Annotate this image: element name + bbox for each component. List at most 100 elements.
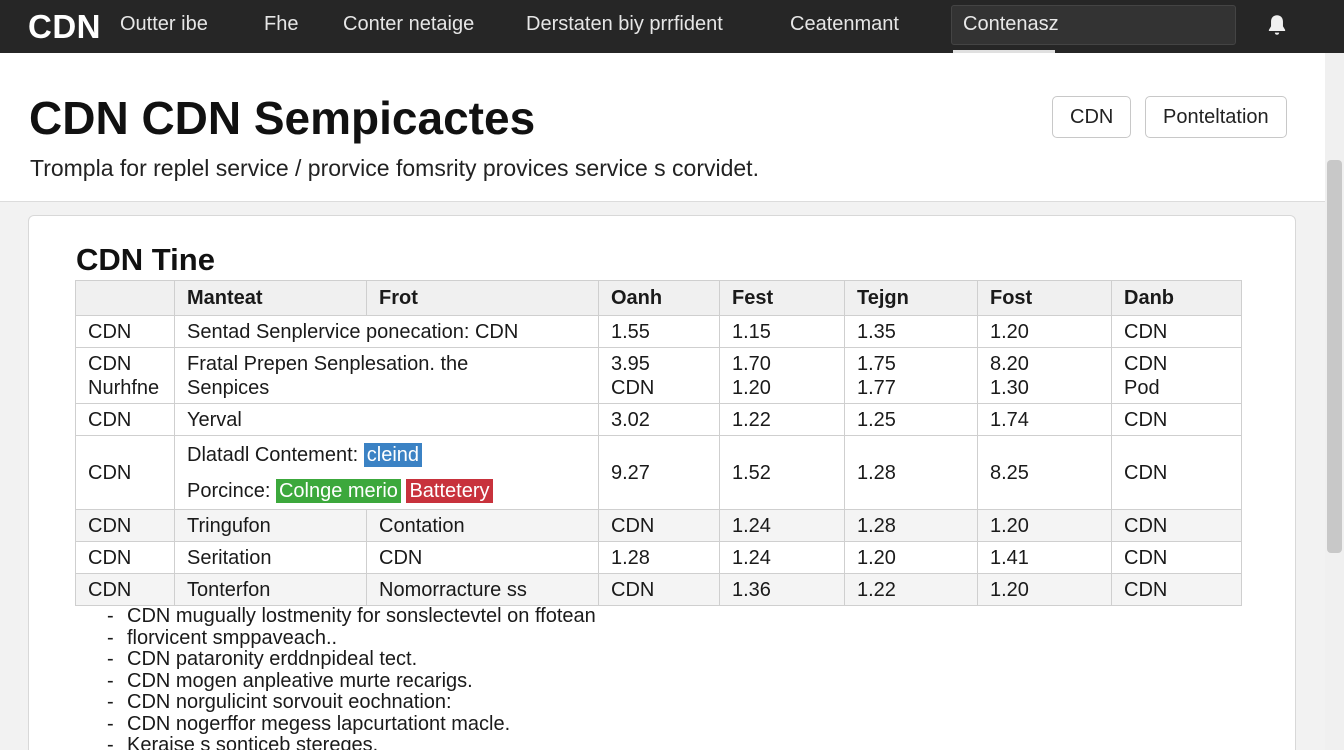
cell-line: Senpices [187, 376, 270, 399]
table-cell: CDN [1111, 509, 1242, 542]
table-cell: 1.15 [719, 315, 845, 348]
table-cell: 1.25 [844, 403, 978, 436]
table-cell: CDN Nurhfne [75, 347, 175, 404]
table-cell: Yerval [174, 403, 599, 436]
table-row[interactable]: CDN Tonterfon Nomorracture ss CDN 1.36 1… [75, 573, 1242, 606]
column-header[interactable]: Frot [366, 280, 599, 316]
table-cell: 9.27 [598, 435, 720, 510]
cell-line: Porcince: Colnge merio Battetery [187, 478, 586, 503]
table-header-row: Manteat Frot Oanh Fest Tejgn Fost Danb [75, 280, 1242, 316]
cell-line: Fratal Prepen Senplesation. the [187, 352, 469, 375]
page-subtitle: Trompla for replel service / prorvice fo… [30, 155, 759, 181]
cell-line: 1.75 [857, 352, 896, 375]
table-cell: CDN [598, 509, 720, 542]
table-cell: Seritation [174, 541, 367, 574]
table-row[interactable]: CDN Tringufon Contation CDN 1.24 1.28 1.… [75, 509, 1242, 542]
table-cell: CDN [75, 541, 175, 574]
nav-link-3[interactable]: Conter netaige [343, 13, 474, 36]
table-cell: 1.22 [719, 403, 845, 436]
status-badge-blue[interactable]: cleind [363, 442, 423, 467]
table-cell: Fratal Prepen Senplesation. the Senpices [174, 347, 599, 404]
table-cell: CDN Pod [1111, 347, 1242, 404]
bell-icon[interactable] [1264, 12, 1290, 38]
cell-line: CDN [611, 376, 655, 399]
top-navigation-bar: CDN Outter ibe Fhe Conter netaige Dersta… [0, 0, 1344, 53]
nav-link-4[interactable]: Derstaten biy prrfident [526, 13, 723, 36]
list-item: CDN mugually lostmenity for sonslectevte… [107, 605, 596, 628]
table-cell: 1.28 [844, 509, 978, 542]
presentation-button[interactable]: Ponteltation [1145, 96, 1287, 138]
brand-logo[interactable]: CDN [28, 8, 101, 46]
table-cell: CDN [1111, 435, 1242, 510]
table-cell: CDN [75, 435, 175, 510]
column-header[interactable]: Manteat [174, 280, 367, 316]
column-header[interactable]: Danb [1111, 280, 1242, 316]
status-badge-green[interactable]: Colnge merio [275, 478, 401, 503]
table-cell: Tonterfon [174, 573, 367, 606]
table-cell: CDN [1111, 573, 1242, 606]
list-item: Keraise s sonticeb stereges. [107, 734, 596, 750]
status-badge-red[interactable]: Battetery [406, 478, 493, 503]
cell-line: 3.95 [611, 352, 650, 375]
list-item: CDN mogen anpleative murte recarigs. [107, 670, 596, 693]
table-cell: CDN [75, 315, 175, 348]
table-cell: 1.24 [719, 541, 845, 574]
province-label: Porcince: [187, 479, 271, 502]
vertical-scrollbar[interactable] [1325, 53, 1344, 750]
column-header[interactable]: Oanh [598, 280, 720, 316]
column-header[interactable]: Fest [719, 280, 845, 316]
table-cell: 1.55 [598, 315, 720, 348]
list-item: florvicent smppaveach.. [107, 627, 596, 650]
table-cell: 1.20 [844, 541, 978, 574]
table-cell: 1.74 [977, 403, 1112, 436]
cell-line: CDN [1124, 352, 1168, 375]
list-item: CDN nogerffor megess lapcurtationt macle… [107, 713, 596, 736]
table-cell: 1.28 [598, 541, 720, 574]
table-cell: 1.70 1.20 [719, 347, 845, 404]
nav-link-2[interactable]: Fhe [264, 13, 298, 36]
page-header: CDN CDN Sempicactes Trompla for replel s… [0, 53, 1325, 202]
cell-line: CDN [88, 352, 132, 375]
column-header[interactable]: Tejgn [844, 280, 978, 316]
table-row[interactable]: CDN Nurhfne Fratal Prepen Senplesation. … [75, 347, 1242, 404]
table-cell: 1.41 [977, 541, 1112, 574]
list-item: CDN norgulicint sorvouit eochnation: [107, 691, 596, 714]
table-cell: CDN [366, 541, 599, 574]
cell-line: 1.20 [732, 376, 771, 399]
table-cell: CDN [598, 573, 720, 606]
cdn-button[interactable]: CDN [1052, 96, 1132, 138]
table-cell: 1.20 [977, 315, 1112, 348]
cell-line: 1.77 [857, 376, 896, 399]
nav-link-1[interactable]: Outter ibe [120, 13, 208, 36]
content-label: Dlatadl Contement: [187, 443, 359, 466]
column-header[interactable]: Fost [977, 280, 1112, 316]
table-cell: Nomorracture ss [366, 573, 599, 606]
table-cell: 1.28 [844, 435, 978, 510]
table-row[interactable]: CDN Dlatadl Contement: cleind Porcince: … [75, 435, 1242, 510]
table-cell: CDN [75, 573, 175, 606]
table-cell: Contation [366, 509, 599, 542]
list-item: CDN pataronity erddnpideal tect. [107, 648, 596, 671]
table-cell: CDN [75, 509, 175, 542]
table-row[interactable]: CDN Sentad Senplervice ponecation: CDN 1… [75, 315, 1242, 348]
data-table: Manteat Frot Oanh Fest Tejgn Fost Danb C… [75, 280, 1242, 606]
table-cell: Dlatadl Contement: cleind Porcince: Coln… [174, 435, 599, 510]
cell-line: Dlatadl Contement: cleind [187, 442, 586, 467]
cell-line: Nurhfne [88, 376, 160, 399]
table-cell: 1.20 [977, 573, 1112, 606]
table-cell: Tringufon [174, 509, 367, 542]
cell-line: Pod [1124, 376, 1160, 399]
table-cell: 3.95 CDN [598, 347, 720, 404]
table-row[interactable]: CDN Yerval 3.02 1.22 1.25 1.74 CDN [75, 403, 1242, 436]
cell-line: 8.20 [990, 352, 1029, 375]
table-row[interactable]: CDN Seritation CDN 1.28 1.24 1.20 1.41 C… [75, 541, 1242, 574]
column-header[interactable] [75, 280, 175, 316]
table-cell: CDN [1111, 315, 1242, 348]
scroll-thumb[interactable] [1327, 160, 1342, 553]
nav-link-5[interactable]: Ceatenmant [790, 13, 899, 36]
notes-list: CDN mugually lostmenity for sonslectevte… [107, 605, 596, 750]
table-cell: 1.75 1.77 [844, 347, 978, 404]
page-title: CDN CDN Sempicactes [29, 92, 536, 144]
table-cell: CDN [1111, 541, 1242, 574]
search-input[interactable]: Contenasz [951, 5, 1236, 45]
